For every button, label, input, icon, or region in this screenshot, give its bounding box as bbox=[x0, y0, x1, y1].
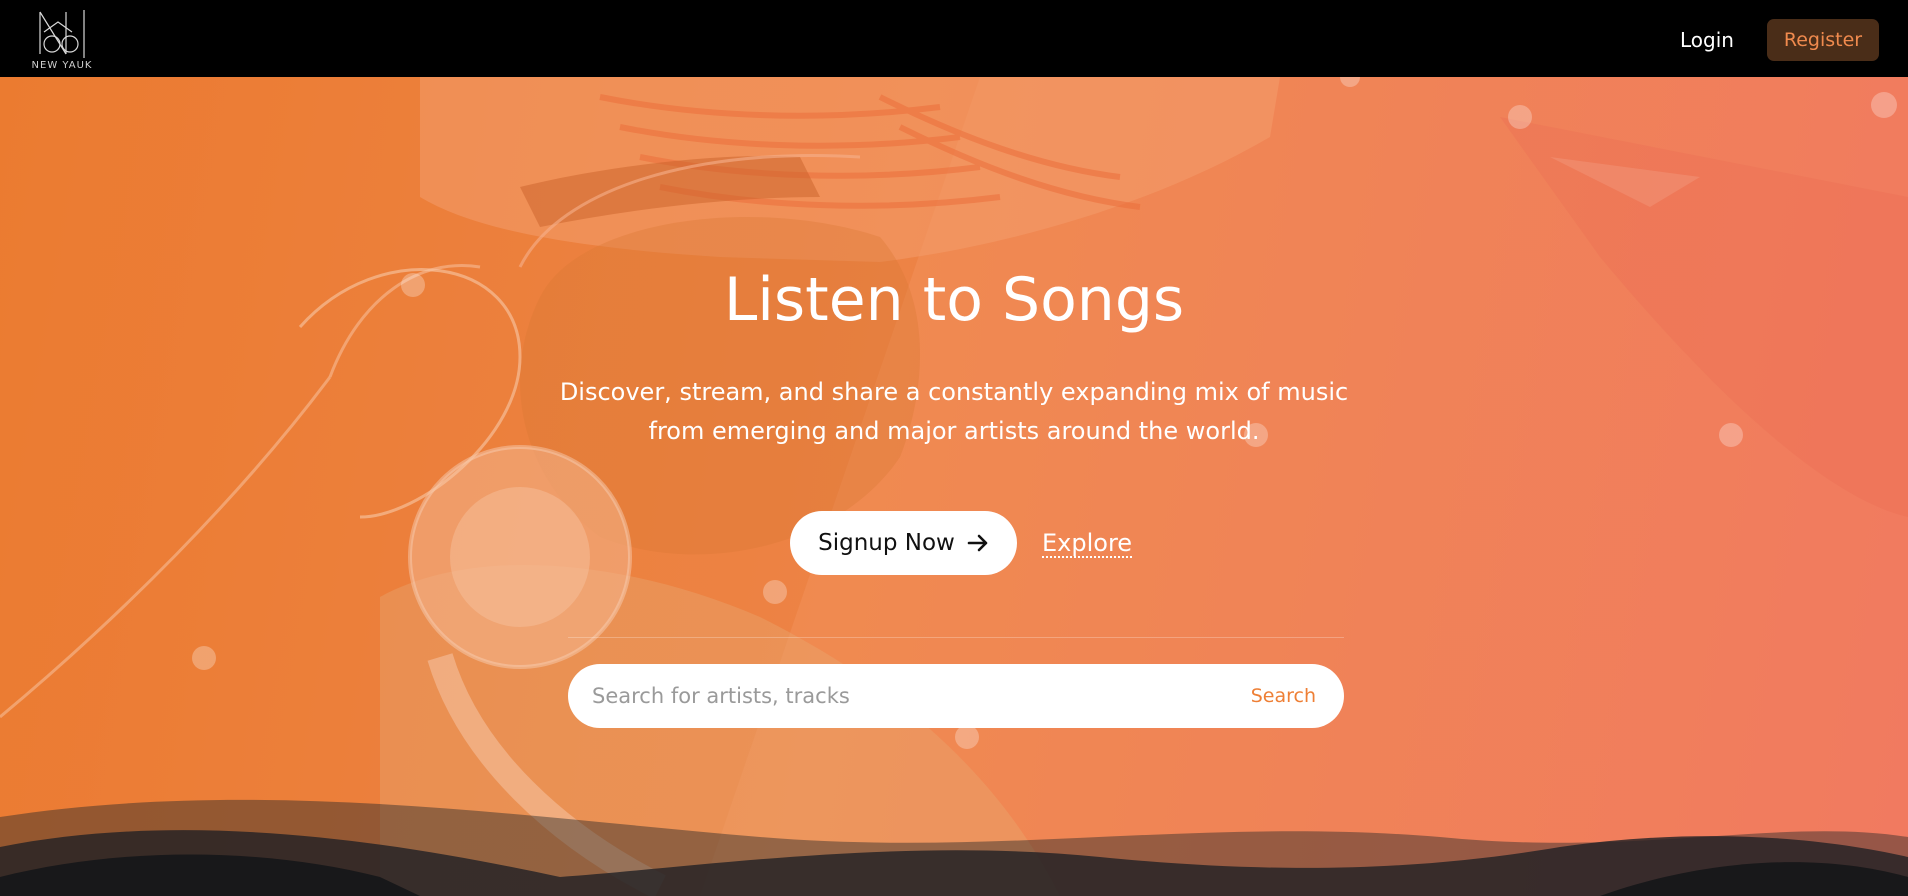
new-yauk-logo-icon bbox=[39, 10, 85, 58]
signup-now-button[interactable]: Signup Now bbox=[790, 511, 1017, 575]
brand-logo[interactable]: NEW YAUK bbox=[30, 8, 94, 72]
search-bar: Search bbox=[568, 664, 1344, 728]
arrow-right-icon bbox=[967, 532, 989, 554]
search-button[interactable]: Search bbox=[1251, 664, 1316, 728]
hero-title: Listen to Songs bbox=[723, 265, 1185, 335]
hero-section: Listen to Songs Discover, stream, and sh… bbox=[0, 77, 1908, 896]
hero-description: Discover, stream, and share a constantly… bbox=[559, 378, 1349, 445]
search-input[interactable] bbox=[592, 664, 1232, 728]
logo-text: NEW YAUK bbox=[31, 60, 93, 71]
explore-link[interactable]: Explore bbox=[1042, 530, 1133, 558]
hero-background-illustration bbox=[0, 77, 1908, 896]
register-button[interactable]: Register bbox=[1767, 19, 1879, 61]
top-navbar: NEW YAUK Login Register bbox=[0, 0, 1908, 77]
signup-button-label: Signup Now bbox=[818, 530, 955, 556]
hero-divider bbox=[568, 637, 1344, 638]
login-link[interactable]: Login bbox=[1672, 22, 1742, 58]
